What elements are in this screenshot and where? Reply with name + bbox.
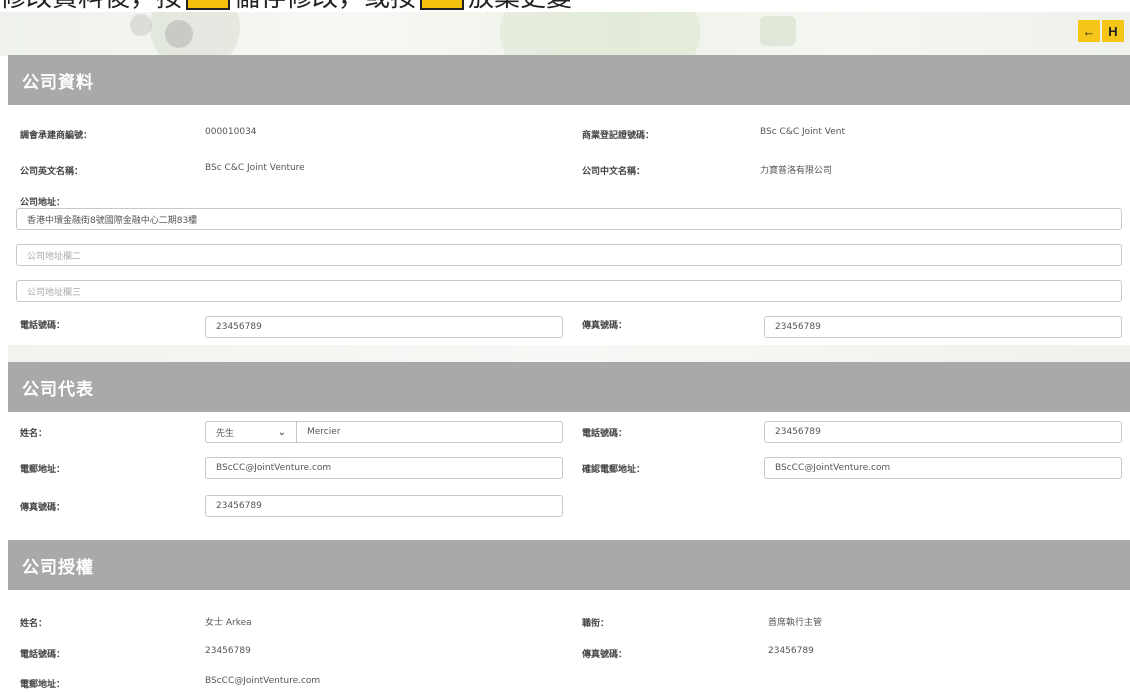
instruction-part-2: 儲存修改，或按	[234, 0, 416, 12]
section-divider	[8, 345, 1130, 363]
rep-title-value: 先生	[216, 428, 235, 439]
company-info-header: 公司資料	[8, 55, 1130, 105]
instruction-part-3: 放棄更變	[468, 0, 572, 12]
rep-name-label: 姓名：	[20, 429, 48, 439]
rep-title-select[interactable]: 先生 ⌄	[205, 421, 297, 443]
top-banner: ← H	[0, 12, 1130, 56]
rep-fax-label: 傳真號碼：	[20, 503, 66, 513]
name-en-label: 公司英文名稱：	[20, 167, 84, 177]
auth-name-label: 姓名：	[20, 619, 48, 629]
banner-decoration	[500, 12, 700, 56]
auth-position-label: 職衔：	[582, 619, 610, 629]
section-divider	[8, 525, 1130, 540]
cancel-key-highlight	[420, 0, 465, 10]
save-key-highlight	[186, 0, 231, 10]
reg-no-value: 000010034	[205, 127, 257, 137]
section-title: 公司資料	[22, 72, 94, 93]
rep-confirm-email-input[interactable]: BScCC@JointVenture.com	[764, 457, 1122, 479]
authorized-header: 公司授權	[8, 540, 1130, 590]
reg-no-label: 調會承建商編號：	[20, 131, 93, 141]
br-no-value: BSc C&C Joint Vent	[760, 127, 845, 137]
phone-label: 電話號碼：	[20, 321, 66, 331]
address-label: 公司地址：	[20, 198, 66, 208]
auth-fax-value: 23456789	[768, 646, 814, 656]
instruction-text: 修改資料後，按 儲存修改，或按 放棄更變	[0, 0, 572, 12]
section-title: 公司代表	[22, 379, 94, 400]
section-title: 公司授權	[22, 557, 94, 578]
back-button[interactable]: ←	[1078, 20, 1100, 42]
nav-buttons: ← H	[1078, 20, 1124, 42]
rep-email-label: 電郵地址：	[20, 465, 66, 475]
auth-phone-value: 23456789	[205, 646, 251, 656]
name-zh-value: 力寶普洛有限公司	[760, 166, 833, 176]
address-line1-input[interactable]: 香港中環金融街8號國際金融中心二期83樓	[16, 208, 1122, 230]
rep-confirm-email-label: 確認電郵地址：	[582, 465, 646, 475]
auth-name-value: 女士 Arkea	[205, 618, 252, 628]
address-line3-input[interactable]: 公司地址欄三	[16, 280, 1122, 302]
br-no-label: 商業登記證號碼：	[582, 131, 655, 141]
rep-email-input[interactable]: BScCC@JointVenture.com	[205, 457, 563, 479]
auth-phone-label: 電話號碼：	[20, 650, 66, 660]
save-button[interactable]: H	[1102, 20, 1124, 42]
auth-fax-label: 傳真號碼：	[582, 650, 628, 660]
auth-email-label: 電郵地址：	[20, 680, 66, 690]
info-icon	[130, 14, 152, 36]
rep-surname-input[interactable]: Mercier	[296, 421, 563, 443]
chevron-down-icon: ⌄	[277, 426, 286, 438]
fax-label: 傳真號碼：	[582, 321, 628, 331]
auth-email-value: BScCC@JointVenture.com	[205, 676, 321, 686]
phone-input[interactable]: 23456789	[205, 316, 563, 338]
auth-position-value: 首席執行主管	[768, 618, 823, 628]
instruction-part-1: 修改資料後，按	[0, 0, 182, 12]
name-zh-label: 公司中文名稱：	[582, 167, 646, 177]
rep-phone-label: 電話號碼：	[582, 429, 628, 439]
name-en-value: BSc C&C Joint Venture	[205, 163, 305, 173]
user-icon	[165, 20, 193, 48]
rep-phone-input[interactable]: 23456789	[764, 421, 1122, 443]
rep-fax-input[interactable]: 23456789	[205, 495, 563, 517]
key-icon	[760, 16, 796, 46]
banner-decoration	[150, 12, 240, 56]
address-line2-input[interactable]: 公司地址欄二	[16, 244, 1122, 266]
representative-header: 公司代表	[8, 362, 1130, 412]
fax-input[interactable]: 23456789	[764, 316, 1122, 338]
instruction-banner: 修改資料後，按 儲存修改，或按 放棄更變	[0, 0, 1130, 12]
